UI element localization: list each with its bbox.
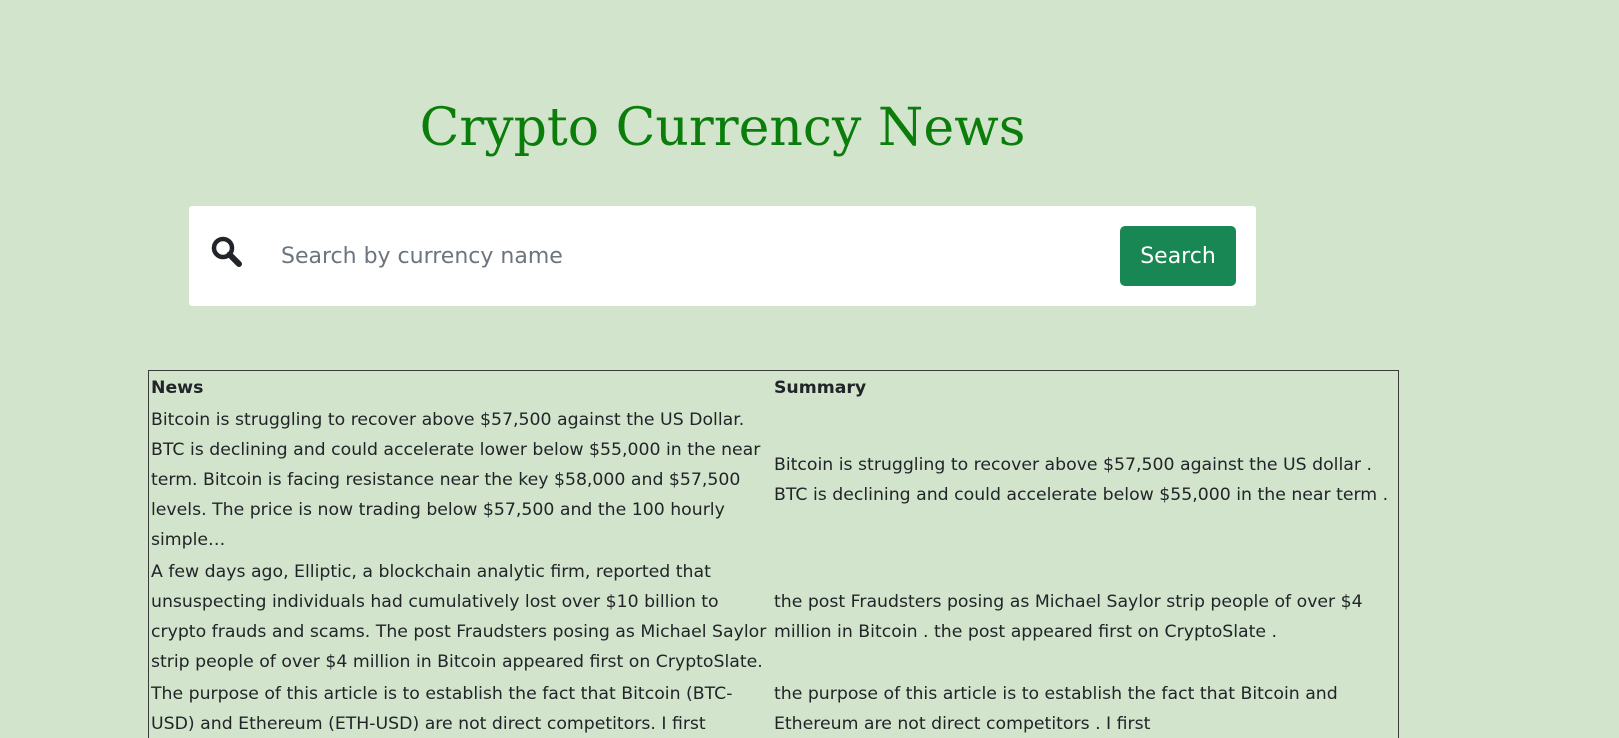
news-column-header: News bbox=[151, 378, 204, 398]
table-row: Bitcoin is struggling to recover above $… bbox=[149, 405, 1399, 557]
search-button[interactable]: Search bbox=[1120, 226, 1236, 286]
summary-cell: the post Fraudsters posing as Michael Sa… bbox=[773, 592, 1363, 642]
search-bar: Search bbox=[189, 206, 1256, 306]
page-title: Crypto Currency News bbox=[419, 98, 1026, 158]
news-cell: A few days ago, Elliptic, a blockchain a… bbox=[151, 562, 767, 672]
summary-column-header: Summary bbox=[773, 378, 867, 398]
summary-cell: the purpose of this article is to establ… bbox=[773, 684, 1338, 734]
news-cell: The purpose of this article is to establ… bbox=[151, 684, 733, 734]
summary-cell: Bitcoin is struggling to recover above $… bbox=[773, 455, 1389, 505]
table-row: A few days ago, Elliptic, a blockchain a… bbox=[149, 557, 1399, 679]
table-row: The purpose of this article is to establ… bbox=[149, 679, 1399, 738]
news-table: News Summary Bitcoin is struggling to re… bbox=[148, 370, 1399, 738]
search-icon bbox=[210, 235, 246, 271]
news-cell: Bitcoin is struggling to recover above $… bbox=[151, 410, 761, 550]
table-header-row: News Summary bbox=[149, 371, 1399, 406]
search-input[interactable] bbox=[281, 232, 1061, 280]
